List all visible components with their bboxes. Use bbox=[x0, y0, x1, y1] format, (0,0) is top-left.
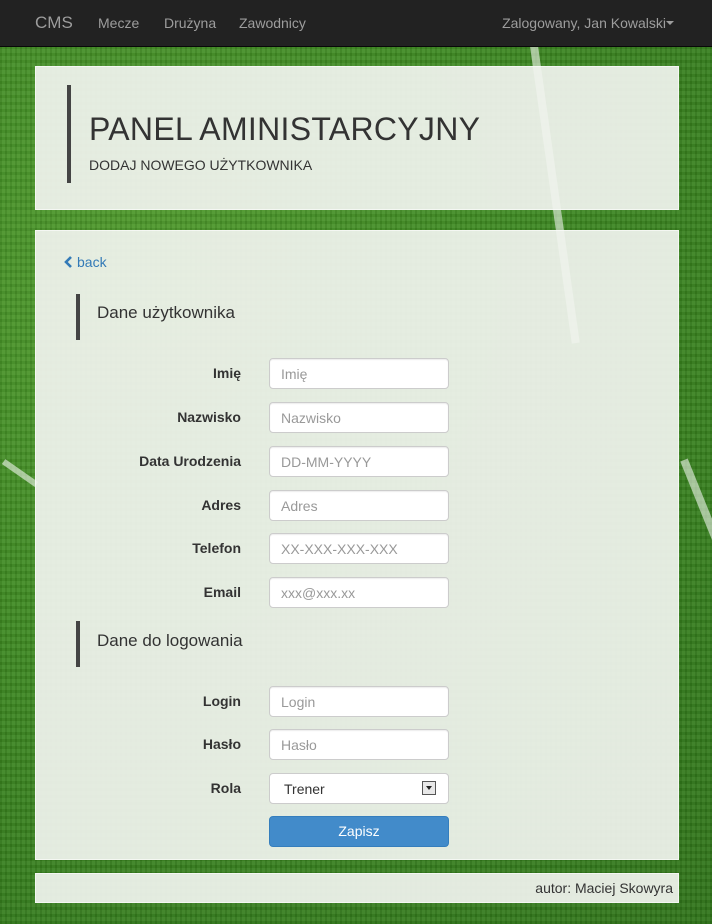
nav-link-mecze[interactable]: Mecze bbox=[98, 15, 139, 31]
nav-link-druzyna[interactable]: Drużyna bbox=[164, 15, 216, 31]
section-accent-bar bbox=[76, 294, 80, 340]
first-name-input[interactable] bbox=[269, 358, 449, 389]
label-rola: Rola bbox=[210, 780, 241, 796]
label-birth-date: Data Urodzenia bbox=[139, 453, 241, 469]
page-subtitle: DODAJ NOWEGO UŻYTKOWNIKA bbox=[89, 157, 313, 173]
page-title: PANEL AMINISTARCYJNY bbox=[89, 111, 481, 147]
section-title-login: Dane do logowania bbox=[97, 631, 243, 650]
address-input[interactable] bbox=[269, 490, 449, 521]
pitch-line bbox=[680, 458, 712, 889]
login-input[interactable] bbox=[269, 686, 449, 717]
label-nazwisko: Nazwisko bbox=[177, 409, 241, 425]
label-imie: Imię bbox=[212, 365, 241, 381]
label-adres: Adres bbox=[201, 497, 241, 513]
role-select-value: Trener bbox=[284, 781, 325, 797]
phone-input[interactable] bbox=[269, 533, 449, 564]
header-panel: PANEL AMINISTARCYJNY DODAJ NOWEGO UŻYTKO… bbox=[35, 66, 679, 210]
chevron-left-icon bbox=[64, 256, 72, 268]
save-button[interactable]: Zapisz bbox=[269, 816, 449, 847]
back-link[interactable]: back bbox=[64, 254, 107, 270]
back-label: back bbox=[77, 254, 107, 270]
birth-date-input[interactable] bbox=[269, 446, 449, 477]
email-input[interactable] bbox=[269, 577, 449, 608]
brand-link[interactable]: CMS bbox=[35, 13, 73, 33]
label-telefon: Telefon bbox=[192, 540, 241, 556]
chevron-down-icon[interactable] bbox=[666, 21, 674, 25]
top-navbar: CMS Mecze Drużyna Zawodnicy Zalogowany, … bbox=[0, 0, 712, 47]
dropdown-arrow-icon[interactable] bbox=[422, 781, 436, 795]
pitch-line bbox=[1, 459, 39, 487]
user-menu[interactable]: Zalogowany, Jan Kowalski bbox=[502, 15, 666, 31]
footer-panel: autor: Maciej Skowyra bbox=[35, 873, 679, 903]
header-accent-bar bbox=[67, 85, 71, 183]
label-haslo: Hasło bbox=[202, 736, 241, 752]
password-input[interactable] bbox=[269, 729, 449, 760]
label-email: Email bbox=[203, 584, 241, 600]
footer-author: autor: Maciej Skowyra bbox=[535, 880, 673, 896]
nav-link-zawodnicy[interactable]: Zawodnicy bbox=[239, 15, 306, 31]
form-panel: back Dane użytkownika Imię Nazwisko Data… bbox=[35, 230, 679, 860]
role-select[interactable]: Trener bbox=[269, 773, 449, 804]
section-title-user: Dane użytkownika bbox=[97, 303, 235, 322]
label-login: Login bbox=[202, 693, 241, 709]
section-accent-bar bbox=[76, 621, 80, 667]
last-name-input[interactable] bbox=[269, 402, 449, 433]
